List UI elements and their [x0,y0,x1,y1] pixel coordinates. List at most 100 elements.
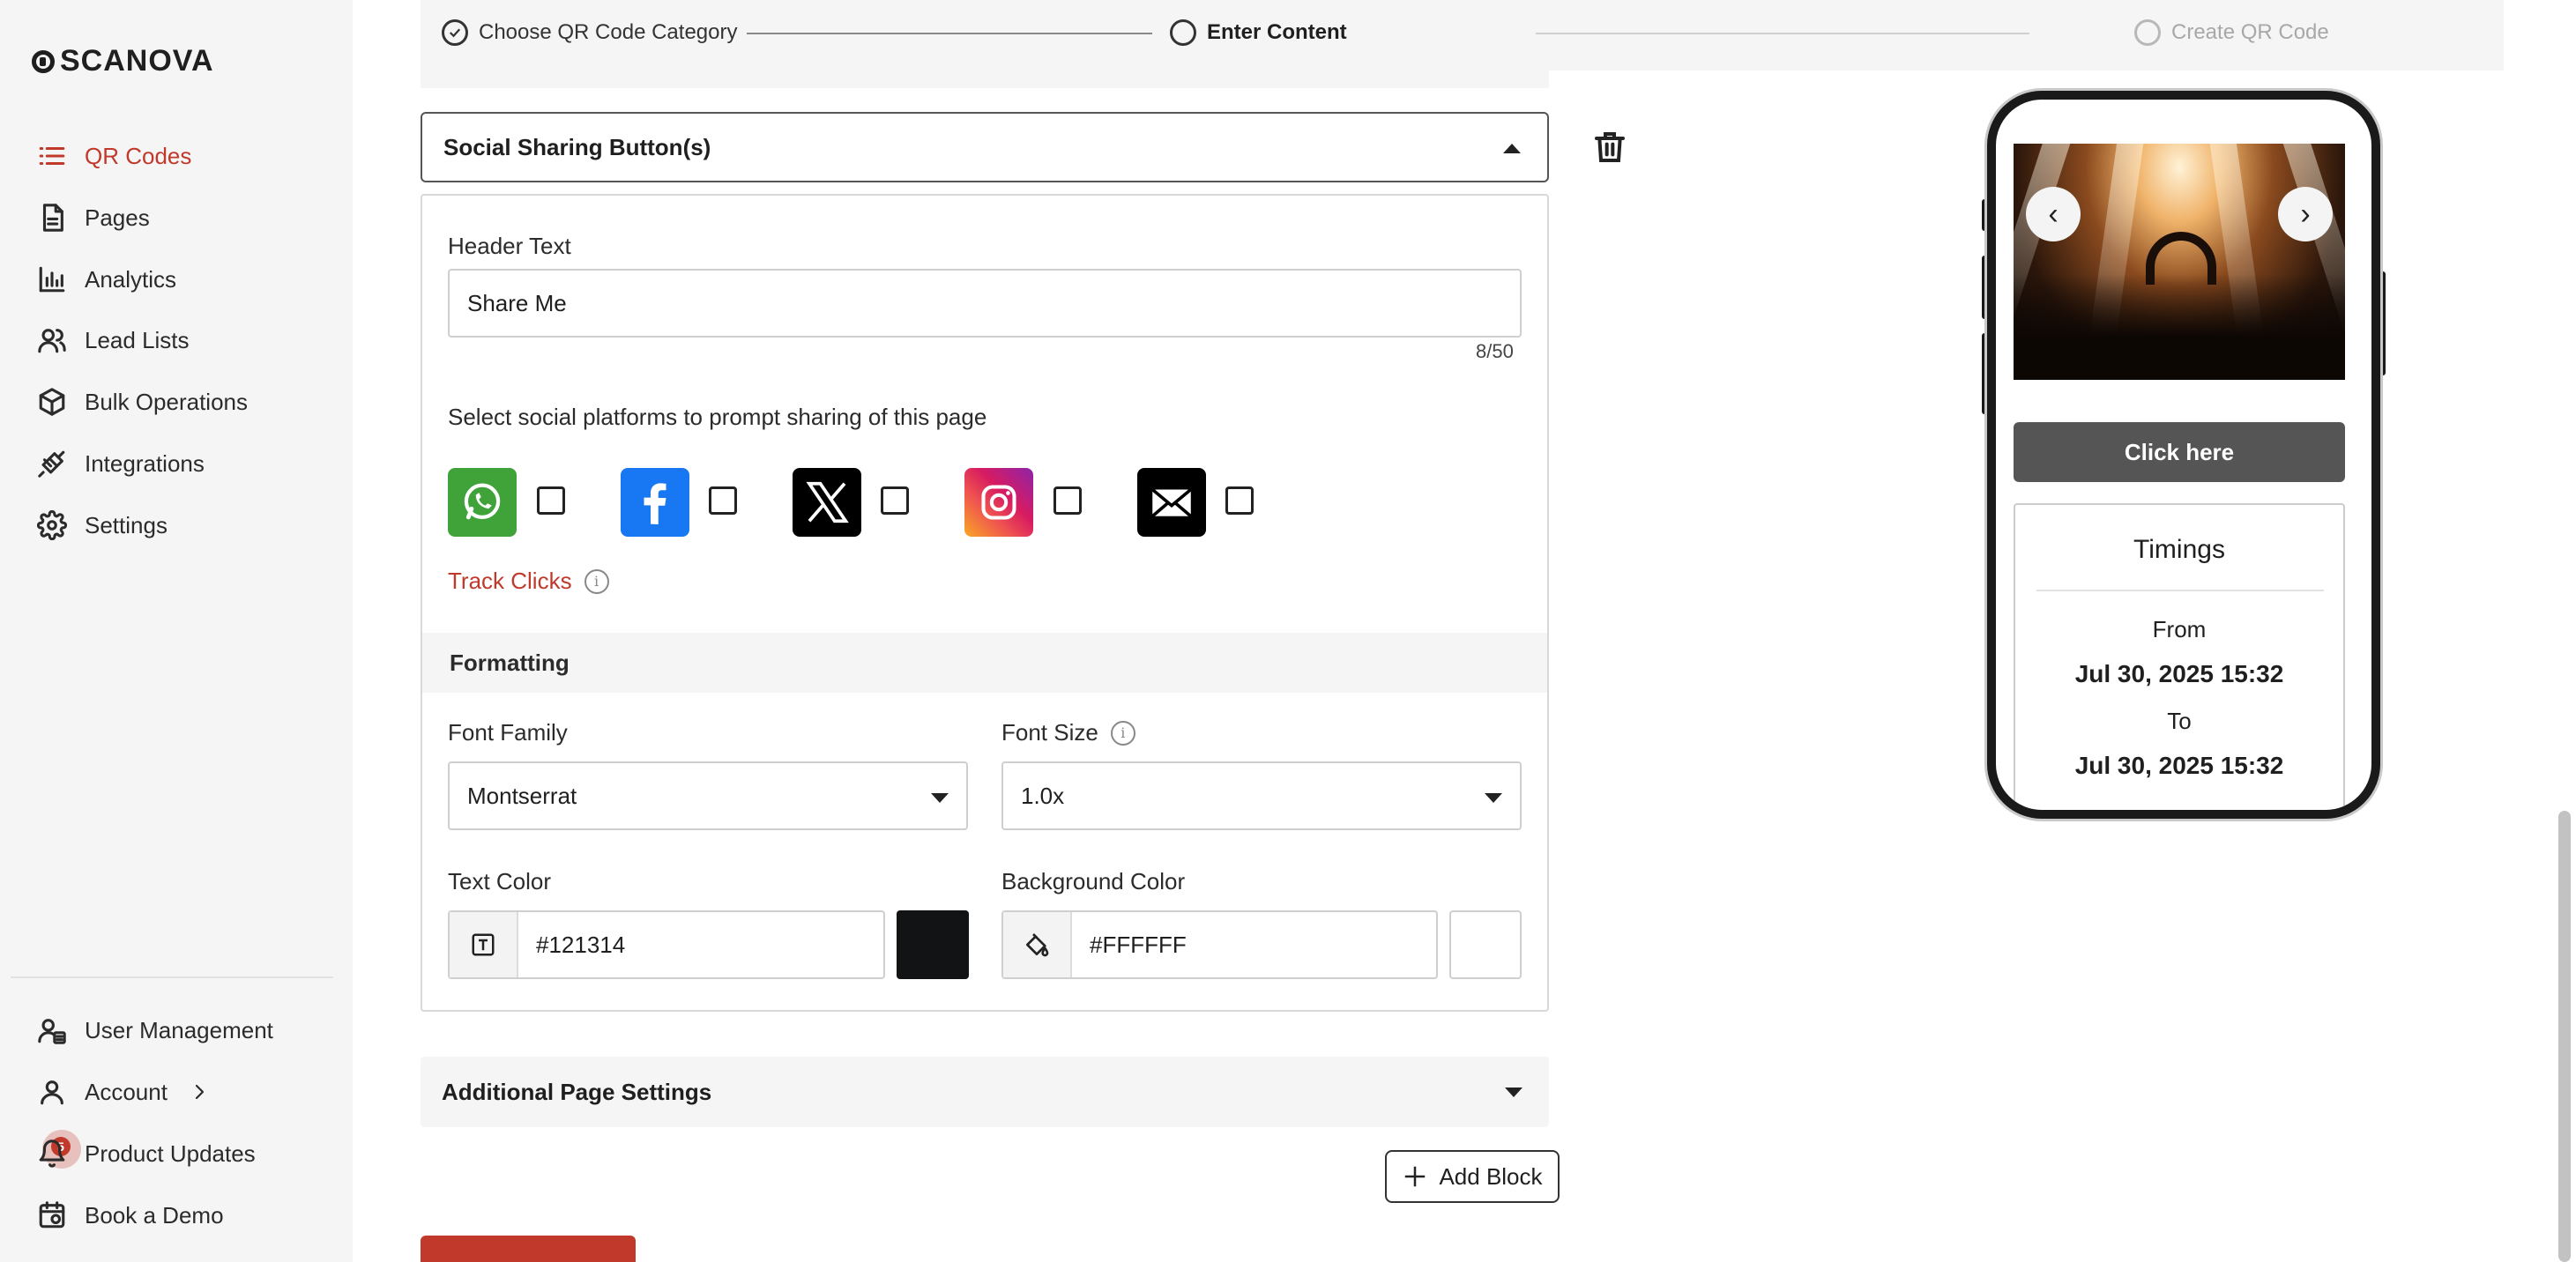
sidebar-item-product-updates[interactable]: Product Updates [37,1139,256,1169]
timings-title: Timings [2133,535,2225,564]
users-icon [38,329,66,353]
text-format-icon [450,912,518,977]
facebook-checkbox[interactable] [709,486,737,515]
list-icon [39,146,65,166]
sidebar-item-label: Pages [85,204,150,231]
chevron-down-icon [931,793,949,803]
sidebar-item-label: Product Updates [85,1140,256,1167]
bar-chart-icon [39,266,65,293]
continue-button[interactable] [421,1236,636,1262]
facebook-icon [621,468,689,537]
sidebar-item-user-management[interactable]: User Management [37,1015,273,1045]
trash-icon [1595,132,1625,162]
carousel-next-button[interactable]: › [2278,187,2333,241]
delete-block-button[interactable] [1592,129,1627,166]
text-color-label: Text Color [448,868,552,895]
brand-logo[interactable]: SCANOVA [32,44,214,78]
font-size-label: Font Size [1001,719,1098,746]
add-block-button[interactable]: Add Block [1385,1150,1560,1203]
bg-color-swatch[interactable] [1449,910,1522,979]
header-text-input[interactable]: Share Me [448,269,1522,338]
info-icon[interactable]: i [1110,720,1135,746]
step-enter-content[interactable]: Enter Content [1170,19,1347,46]
bg-color-input[interactable]: #FFFFFF [1001,910,1438,979]
page-icon [42,204,63,232]
previous-block-edge [421,71,1549,88]
from-value: Jul 30, 2025 15:32 [2074,660,2284,687]
circle-icon [2134,19,2161,46]
user-manage-icon [38,1019,66,1044]
caret-up-icon [1503,144,1521,153]
email-checkbox[interactable] [1225,486,1254,515]
sidebar-item-bulk-operations[interactable]: Bulk Operations [37,387,248,417]
sidebar-item-integrations[interactable]: Integrations [37,449,205,479]
chevron-right-icon [195,1084,205,1100]
font-family-select[interactable]: Montserrat [448,761,968,830]
step-connector [1536,33,2029,34]
add-block-label: Add Block [1439,1162,1543,1190]
x-icon [793,468,861,537]
bg-color-label: Background Color [1001,868,1186,895]
sidebar-item-qr-codes[interactable]: QR Codes [37,141,191,171]
social-sharing-accordion-header[interactable]: Social Sharing Button(s) [421,112,1549,182]
check-circle-icon [442,19,468,46]
sidebar-item-book-demo[interactable]: Book a Demo [37,1200,224,1230]
from-label: From [2152,616,2207,642]
plug-icon [38,450,65,478]
instagram-checkbox[interactable] [1053,486,1082,515]
x-checkbox[interactable] [881,486,909,515]
logo-icon [32,49,55,73]
step-label: Create QR Code [2171,20,2329,44]
sidebar-item-pages[interactable]: Pages [37,203,150,233]
sidebar-item-label: Analytics [85,265,177,293]
sidebar-item-lead-lists[interactable]: Lead Lists [37,325,190,355]
bell-icon [39,1140,65,1168]
text-color-value: #121314 [536,931,626,958]
text-color-input[interactable]: #121314 [448,910,885,979]
font-size-select[interactable]: 1.0x [1001,761,1522,830]
preview-button-label: Click here [2124,438,2235,465]
font-family-value: Montserrat [467,782,577,809]
instagram-icon [964,468,1033,537]
calendar-icon [39,1201,65,1229]
additional-settings-accordion[interactable]: Additional Page Settings [421,1057,1549,1127]
mobile-preview: ‹ › Click here Timings From Jul 30, 2025… [1987,91,2380,819]
sidebar-item-analytics[interactable]: Analytics [37,264,176,294]
sidebar: SCANOVA QR Codes Pages Analytics Lead Li… [0,0,353,1262]
sidebar-item-label: Account [85,1078,168,1105]
font-family-label: Font Family [448,719,568,746]
step-choose-category[interactable]: Choose QR Code Category [442,19,737,46]
sidebar-item-label: Lead Lists [85,326,190,353]
plus-icon [1405,1166,1426,1187]
sidebar-item-label: Book a Demo [85,1201,224,1229]
preview-click-here-button[interactable]: Click here [2014,422,2345,482]
sidebar-item-settings[interactable]: Settings [37,510,168,540]
user-icon [41,1080,63,1105]
page-scrollbar[interactable] [2558,811,2571,1262]
sidebar-item-label: Settings [85,511,168,538]
sidebar-item-account[interactable]: Account [37,1077,210,1107]
sidebar-item-label: Bulk Operations [85,388,248,415]
track-clicks-label: Track Clicks [448,568,572,594]
carousel-prev-button[interactable]: ‹ [2026,187,2081,241]
platforms-prompt: Select social platforms to prompt sharin… [448,404,987,430]
step-label: Enter Content [1207,20,1347,44]
cube-icon [39,388,65,416]
step-connector [747,33,1152,34]
whatsapp-checkbox[interactable] [537,486,565,515]
paint-bucket-icon [1003,912,1072,977]
bg-color-value: #FFFFFF [1090,931,1187,958]
sidebar-item-label: Integrations [85,449,205,477]
timings-card: Timings From Jul 30, 2025 15:32 To Jul 3… [2014,503,2345,810]
track-clicks-link[interactable]: Track Clicks i [448,568,609,595]
sidebar-divider [11,976,333,978]
text-color-swatch[interactable] [897,910,969,979]
chevron-down-icon [1505,1088,1523,1097]
formatting-title: Formatting [450,649,570,676]
font-size-value: 1.0x [1021,782,1065,809]
char-counter: 8/50 [1476,340,1514,362]
additional-settings-title: Additional Page Settings [442,1078,712,1105]
to-label: To [2167,708,2192,734]
info-icon[interactable]: i [584,568,609,594]
timings-divider [2036,590,2324,591]
